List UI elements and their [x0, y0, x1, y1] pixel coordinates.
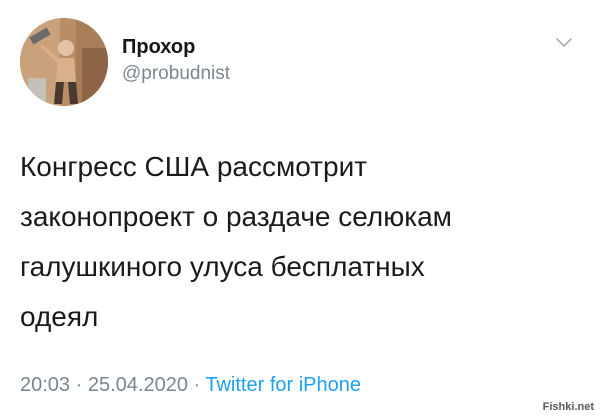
tweet-text: Конгресс США рассмотрит законопроект о р… — [20, 151, 452, 332]
tweet-header: Прохор @probudnist — [20, 18, 580, 108]
meta-separator: · — [187, 374, 206, 396]
tweet-date[interactable]: 25.04.2020 — [88, 374, 188, 396]
tweet-meta: 20:03 · 25.04.2020 · Twitter for iPhone — [20, 372, 361, 398]
user-block: Прохор @probudnist — [122, 34, 230, 86]
watermark: Fishki.net — [542, 401, 594, 413]
tweet-time[interactable]: 20:03 — [20, 374, 70, 396]
meta-separator: · — [70, 374, 88, 396]
avatar-photo-icon — [20, 18, 108, 106]
display-name[interactable]: Прохор — [122, 34, 230, 60]
user-handle[interactable]: @probudnist — [122, 62, 230, 86]
tweet-card: Прохор @probudnist Конгресс США рассмотр… — [0, 0, 600, 417]
chevron-down-icon[interactable] — [554, 36, 574, 50]
tweet-source-link[interactable]: Twitter for iPhone — [205, 374, 361, 396]
avatar[interactable] — [20, 18, 108, 106]
